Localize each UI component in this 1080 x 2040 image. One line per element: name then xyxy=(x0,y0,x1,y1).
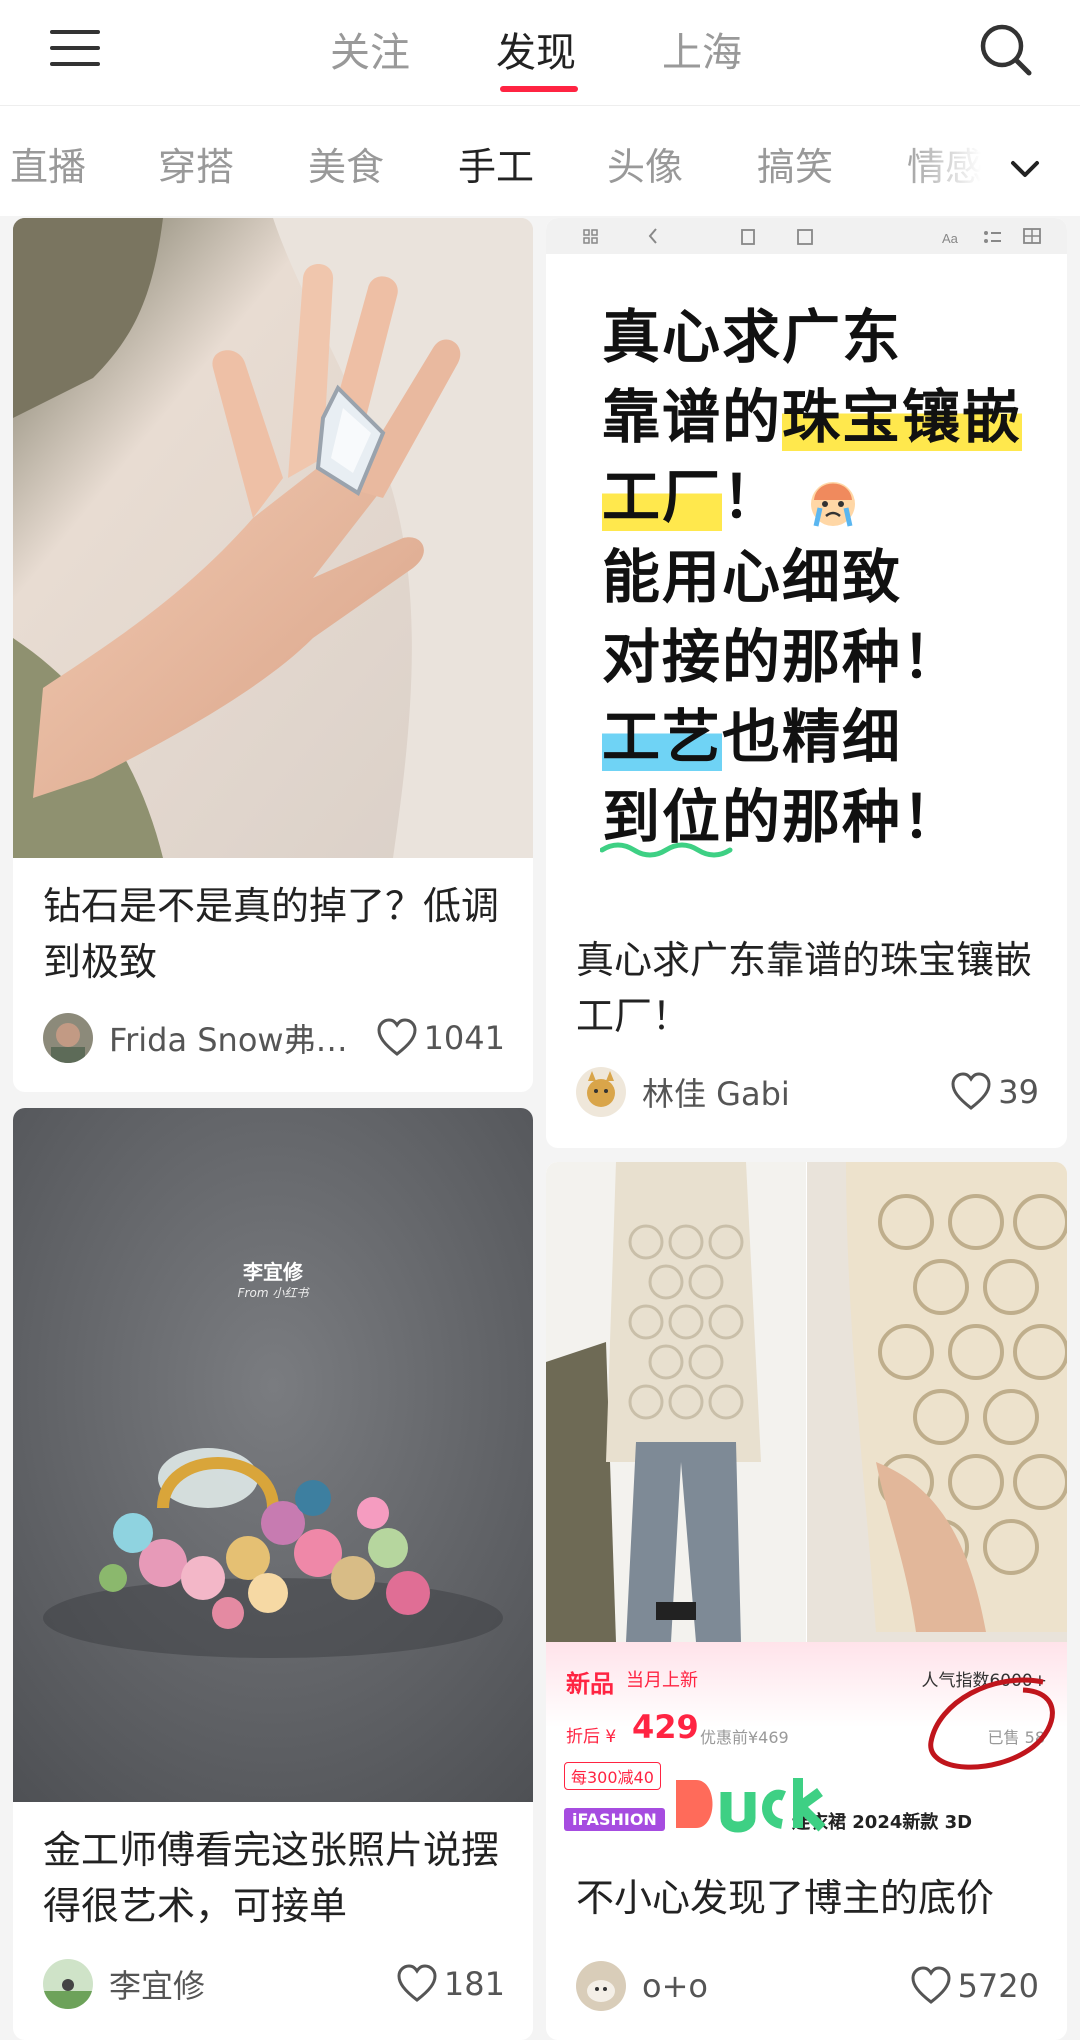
top-tabs: 关注 发现 上海 xyxy=(0,0,1080,106)
note-text-line: 真心求广东 xyxy=(602,303,903,371)
category-avatar[interactable]: 头像 xyxy=(607,136,683,191)
duck-sticker xyxy=(676,1778,826,1833)
note-text-line: 靠谱的珠宝镶嵌 xyxy=(602,383,1023,451)
feed-card[interactable]: 钻石是不是真的掉了？低调到极致 Frida Snow弗… 1041 xyxy=(13,218,533,1092)
watermark-name: 李宜修 xyxy=(243,1260,303,1284)
tab-local[interactable]: 上海 xyxy=(662,20,742,78)
card-title: 真心求广东靠谱的珠宝镶嵌工厂！ xyxy=(576,938,1033,1038)
card-cover-image: 新品 当月上新 人气指数6000+ 折后 ¥ 429 优惠前¥469 已售 58… xyxy=(546,1162,1067,1856)
heart-icon[interactable] xyxy=(396,1964,438,2004)
active-tab-indicator xyxy=(500,86,578,92)
card-cover-image xyxy=(13,218,533,858)
feed-card[interactable]: Aa 真心求广东 靠谱的珠宝镶嵌 工厂！ 能用心细致 对接的那种！ 工艺也精细 … xyxy=(546,218,1067,1148)
category-outfit[interactable]: 穿搭 xyxy=(158,136,234,191)
svg-text:Aa: Aa xyxy=(942,231,959,246)
category-bar: 直播 穿搭 美食 手工 头像 搞笑 情感 xyxy=(0,106,1080,216)
tab-follow[interactable]: 关注 xyxy=(330,20,410,78)
author-name[interactable]: 林佳 Gabi xyxy=(642,1069,950,1115)
watermark-from: From 小红书 xyxy=(237,1286,309,1300)
notes-toolbar: Aa xyxy=(546,218,1067,254)
banner-month: 当月上新 xyxy=(626,1670,698,1691)
author-name[interactable]: o+o xyxy=(642,1967,910,2005)
avatar[interactable] xyxy=(43,1959,93,2009)
feed-card[interactable]: 新品 当月上新 人气指数6000+ 折后 ¥ 429 优惠前¥469 已售 58… xyxy=(546,1162,1067,2040)
top-bar: 关注 发现 上海 xyxy=(0,0,1080,106)
tab-discover[interactable]: 发现 xyxy=(496,20,576,78)
card-footer: o+o 5720 xyxy=(576,1958,1039,2014)
category-food[interactable]: 美食 xyxy=(308,136,384,191)
price: 429 xyxy=(632,1708,699,1746)
author-name[interactable]: Frida Snow弗… xyxy=(109,1015,376,1061)
note-text-line: 对接的那种！ xyxy=(602,623,963,691)
card-footer: 李宜修 181 xyxy=(43,1956,505,2012)
author-name[interactable]: 李宜修 xyxy=(109,1961,396,2007)
avatar[interactable] xyxy=(576,1067,626,1117)
heart-icon[interactable] xyxy=(950,1072,992,1112)
card-title: 金工师傅看完这张照片说摆得很艺术，可接单 xyxy=(43,1828,500,1928)
red-circle-mark xyxy=(928,1677,1055,1770)
price-prefix: 折后 ¥ xyxy=(566,1727,617,1747)
note-text-line: 工艺也精细 xyxy=(602,703,903,771)
like-count-value: 1041 xyxy=(423,1019,505,1057)
like-count[interactable]: 1041 xyxy=(376,1018,505,1058)
card-cover-image: 李宜修 From 小红书 xyxy=(13,1108,533,1802)
discount-badge: 每300减40 xyxy=(564,1762,661,1790)
card-footer: Frida Snow弗… 1041 xyxy=(43,1010,505,1066)
note-text-line: 工厂！ xyxy=(602,450,862,534)
chevron-down-icon[interactable] xyxy=(1005,150,1045,190)
category-handcraft[interactable]: 手工 xyxy=(458,136,534,191)
price-before: 优惠前¥469 xyxy=(700,1728,789,1747)
ifashion-badge: iFASHION xyxy=(564,1808,665,1831)
search-icon[interactable] xyxy=(978,22,1034,78)
feed-card[interactable]: 李宜修 From 小红书 金工师傅看完这张照片说摆得很艺术，可接单 李宜修 18… xyxy=(13,1108,533,2040)
crying-face-icon xyxy=(811,481,856,527)
note-text-line: 能用心细致 xyxy=(602,543,903,611)
avatar[interactable] xyxy=(576,1961,626,2011)
banner-new: 新品 xyxy=(566,1670,614,1698)
card-footer: 林佳 Gabi 39 xyxy=(576,1064,1039,1120)
avatar[interactable] xyxy=(43,1013,93,1063)
card-title: 不小心发现了博主的底价 xyxy=(576,1876,995,1920)
card-title: 钻石是不是真的掉了？低调到极致 xyxy=(43,884,500,984)
price-banner: 新品 当月上新 人气指数6000+ 折后 ¥ 429 优惠前¥469 已售 58… xyxy=(546,1642,1067,1856)
heart-icon[interactable] xyxy=(910,1966,952,2006)
like-count[interactable]: 181 xyxy=(396,1964,505,2004)
like-count-value: 5720 xyxy=(957,1967,1039,2005)
like-count[interactable]: 5720 xyxy=(910,1966,1039,2006)
like-count[interactable]: 39 xyxy=(950,1072,1039,1112)
category-funny[interactable]: 搞笑 xyxy=(757,136,833,191)
like-count-value: 39 xyxy=(998,1073,1039,1111)
like-count-value: 181 xyxy=(443,1965,505,2003)
category-live[interactable]: 直播 xyxy=(10,136,86,191)
squiggle-underline xyxy=(600,842,733,858)
card-cover-image: Aa 真心求广东 靠谱的珠宝镶嵌 工厂！ 能用心细致 对接的那种！ 工艺也精细 … xyxy=(546,218,1067,920)
heart-icon[interactable] xyxy=(376,1018,418,1058)
